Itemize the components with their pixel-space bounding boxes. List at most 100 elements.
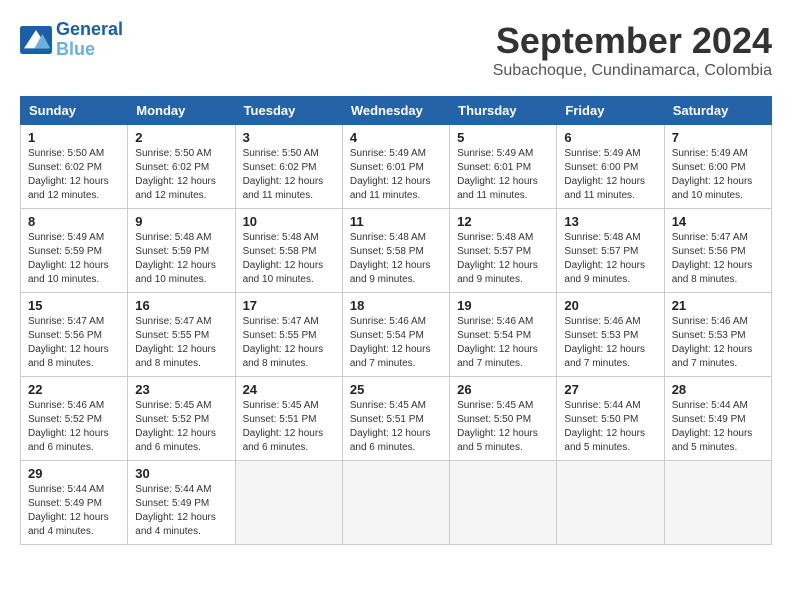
day-number: 13 (564, 214, 656, 229)
calendar-cell: 9 Sunrise: 5:48 AMSunset: 5:59 PMDaylight… (128, 209, 235, 293)
calendar-cell (450, 461, 557, 545)
day-info: Sunrise: 5:50 AMSunset: 6:02 PMDaylight:… (135, 147, 227, 203)
day-info: Sunrise: 5:46 AMSunset: 5:54 PMDaylight:… (350, 315, 442, 371)
day-number: 24 (243, 382, 335, 397)
calendar-cell: 26 Sunrise: 5:45 AMSunset: 5:50 PMDayligh… (450, 377, 557, 461)
day-info: Sunrise: 5:47 AMSunset: 5:55 PMDaylight:… (135, 315, 227, 371)
day-number: 25 (350, 382, 442, 397)
day-info: Sunrise: 5:48 AMSunset: 5:58 PMDaylight:… (350, 231, 442, 287)
calendar-cell: 8 Sunrise: 5:49 AMSunset: 5:59 PMDaylight… (21, 209, 128, 293)
day-number: 9 (135, 214, 227, 229)
day-number: 18 (350, 298, 442, 313)
day-info: Sunrise: 5:47 AMSunset: 5:56 PMDaylight:… (672, 231, 764, 287)
day-info: Sunrise: 5:50 AMSunset: 6:02 PMDaylight:… (243, 147, 335, 203)
day-number: 28 (672, 382, 764, 397)
day-info: Sunrise: 5:46 AMSunset: 5:54 PMDaylight:… (457, 315, 549, 371)
calendar-row: 1 Sunrise: 5:50 AMSunset: 6:02 PMDaylight… (21, 125, 772, 209)
calendar-cell: 25 Sunrise: 5:45 AMSunset: 5:51 PMDayligh… (342, 377, 449, 461)
title-section: September 2024 Subachoque, Cundinamarca,… (493, 20, 772, 80)
day-info: Sunrise: 5:48 AMSunset: 5:59 PMDaylight:… (135, 231, 227, 287)
day-number: 23 (135, 382, 227, 397)
day-number: 17 (243, 298, 335, 313)
day-number: 5 (457, 130, 549, 145)
calendar-cell: 4 Sunrise: 5:49 AMSunset: 6:01 PMDaylight… (342, 125, 449, 209)
day-number: 21 (672, 298, 764, 313)
day-number: 7 (672, 130, 764, 145)
day-info: Sunrise: 5:45 AMSunset: 5:51 PMDaylight:… (350, 399, 442, 455)
day-number: 12 (457, 214, 549, 229)
calendar-cell: 18 Sunrise: 5:46 AMSunset: 5:54 PMDayligh… (342, 293, 449, 377)
calendar-cell: 30 Sunrise: 5:44 AMSunset: 5:49 PMDayligh… (128, 461, 235, 545)
header-saturday: Saturday (664, 97, 771, 125)
calendar-cell (664, 461, 771, 545)
day-info: Sunrise: 5:49 AMSunset: 6:01 PMDaylight:… (350, 147, 442, 203)
day-info: Sunrise: 5:44 AMSunset: 5:50 PMDaylight:… (564, 399, 656, 455)
calendar-cell: 1 Sunrise: 5:50 AMSunset: 6:02 PMDaylight… (21, 125, 128, 209)
calendar-header-row: Sunday Monday Tuesday Wednesday Thursday… (21, 97, 772, 125)
day-info: Sunrise: 5:49 AMSunset: 6:01 PMDaylight:… (457, 147, 549, 203)
day-info: Sunrise: 5:44 AMSunset: 5:49 PMDaylight:… (135, 483, 227, 539)
calendar-row: 22Sunrise: 5:46 AMSunset: 5:52 PMDayligh… (21, 377, 772, 461)
calendar-cell: 22Sunrise: 5:46 AMSunset: 5:52 PMDayligh… (21, 377, 128, 461)
day-info: Sunrise: 5:49 AMSunset: 5:59 PMDaylight:… (28, 231, 120, 287)
day-info: Sunrise: 5:45 AMSunset: 5:50 PMDaylight:… (457, 399, 549, 455)
day-info: Sunrise: 5:45 AMSunset: 5:52 PMDaylight:… (135, 399, 227, 455)
calendar-cell: 5 Sunrise: 5:49 AMSunset: 6:01 PMDaylight… (450, 125, 557, 209)
calendar-cell: 10Sunrise: 5:48 AMSunset: 5:58 PMDayligh… (235, 209, 342, 293)
logo-text: General Blue (56, 20, 123, 60)
calendar-cell: 21 Sunrise: 5:46 AMSunset: 5:53 PMDayligh… (664, 293, 771, 377)
calendar-cell: 23 Sunrise: 5:45 AMSunset: 5:52 PMDayligh… (128, 377, 235, 461)
header-sunday: Sunday (21, 97, 128, 125)
calendar-row: 29 Sunrise: 5:44 AMSunset: 5:49 PMDayligh… (21, 461, 772, 545)
header-friday: Friday (557, 97, 664, 125)
day-number: 1 (28, 130, 120, 145)
day-info: Sunrise: 5:46 AMSunset: 5:53 PMDaylight:… (672, 315, 764, 371)
day-number: 11 (350, 214, 442, 229)
day-number: 8 (28, 214, 120, 229)
calendar-cell: 24Sunrise: 5:45 AMSunset: 5:51 PMDayligh… (235, 377, 342, 461)
calendar-row: 8 Sunrise: 5:49 AMSunset: 5:59 PMDaylight… (21, 209, 772, 293)
day-number: 4 (350, 130, 442, 145)
day-number: 2 (135, 130, 227, 145)
calendar-cell (557, 461, 664, 545)
day-number: 10 (243, 214, 335, 229)
calendar-cell: 12 Sunrise: 5:48 AMSunset: 5:57 PMDayligh… (450, 209, 557, 293)
day-number: 19 (457, 298, 549, 313)
calendar-cell: 13 Sunrise: 5:48 AMSunset: 5:57 PMDayligh… (557, 209, 664, 293)
day-info: Sunrise: 5:48 AMSunset: 5:57 PMDaylight:… (564, 231, 656, 287)
day-info: Sunrise: 5:49 AMSunset: 6:00 PMDaylight:… (564, 147, 656, 203)
calendar-cell: 7 Sunrise: 5:49 AMSunset: 6:00 PMDaylight… (664, 125, 771, 209)
day-info: Sunrise: 5:50 AMSunset: 6:02 PMDaylight:… (28, 147, 120, 203)
day-number: 22 (28, 382, 120, 397)
month-title: September 2024 (493, 20, 772, 62)
day-info: Sunrise: 5:46 AMSunset: 5:53 PMDaylight:… (564, 315, 656, 371)
day-info: Sunrise: 5:44 AMSunset: 5:49 PMDaylight:… (672, 399, 764, 455)
day-number: 27 (564, 382, 656, 397)
calendar-cell: 11 Sunrise: 5:48 AMSunset: 5:58 PMDayligh… (342, 209, 449, 293)
calendar-cell: 17 Sunrise: 5:47 AMSunset: 5:55 PMDayligh… (235, 293, 342, 377)
day-number: 15 (28, 298, 120, 313)
day-info: Sunrise: 5:48 AMSunset: 5:57 PMDaylight:… (457, 231, 549, 287)
page-header: General Blue September 2024 Subachoque, … (20, 20, 772, 80)
location-subtitle: Subachoque, Cundinamarca, Colombia (493, 62, 772, 80)
day-number: 30 (135, 466, 227, 481)
day-number: 26 (457, 382, 549, 397)
day-info: Sunrise: 5:47 AMSunset: 5:55 PMDaylight:… (243, 315, 335, 371)
day-info: Sunrise: 5:47 AMSunset: 5:56 PMDaylight:… (28, 315, 120, 371)
calendar-cell: 28 Sunrise: 5:44 AMSunset: 5:49 PMDayligh… (664, 377, 771, 461)
calendar-cell: 29 Sunrise: 5:44 AMSunset: 5:49 PMDayligh… (21, 461, 128, 545)
calendar-cell: 20 Sunrise: 5:46 AMSunset: 5:53 PMDayligh… (557, 293, 664, 377)
day-info: Sunrise: 5:44 AMSunset: 5:49 PMDaylight:… (28, 483, 120, 539)
day-number: 16 (135, 298, 227, 313)
day-number: 3 (243, 130, 335, 145)
logo-icon (20, 26, 52, 54)
header-monday: Monday (128, 97, 235, 125)
header-tuesday: Tuesday (235, 97, 342, 125)
header-thursday: Thursday (450, 97, 557, 125)
header-wednesday: Wednesday (342, 97, 449, 125)
day-info: Sunrise: 5:49 AMSunset: 6:00 PMDaylight:… (672, 147, 764, 203)
logo: General Blue (20, 20, 123, 60)
day-number: 29 (28, 466, 120, 481)
day-number: 20 (564, 298, 656, 313)
calendar-row: 15 Sunrise: 5:47 AMSunset: 5:56 PMDayligh… (21, 293, 772, 377)
